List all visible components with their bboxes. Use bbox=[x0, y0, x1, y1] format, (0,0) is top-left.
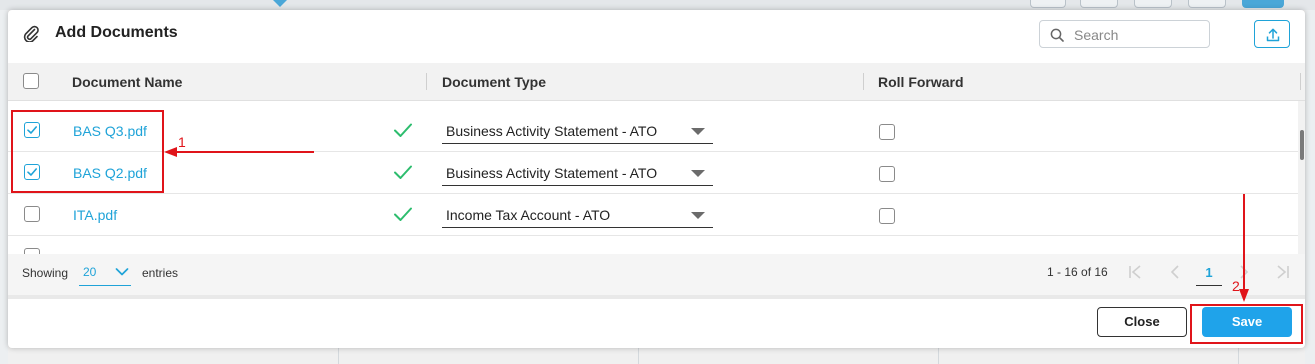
annotation-arrow-1-head bbox=[164, 147, 177, 157]
annotation-arrows bbox=[164, 147, 1249, 302]
annotation-arrow-2-head bbox=[1239, 289, 1249, 302]
